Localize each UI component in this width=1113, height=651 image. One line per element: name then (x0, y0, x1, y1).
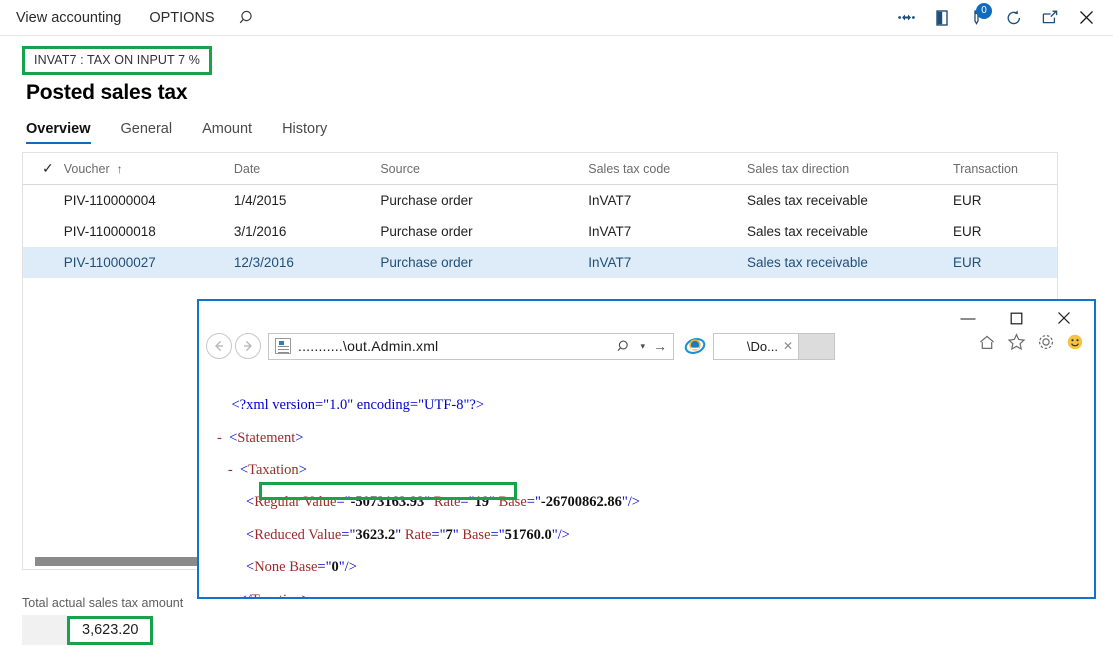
xml-document-view: <?xml version="1.0" encoding="UTF-8"?> -… (199, 361, 1094, 597)
cell-source[interactable]: Purchase order (380, 255, 588, 270)
cell-transaction-currency[interactable]: EUR (953, 193, 1057, 208)
search-icon[interactable] (617, 339, 632, 354)
cell-sales-tax-direction[interactable]: Sales tax receivable (747, 255, 953, 270)
total-value-spacer (22, 615, 67, 645)
cell-transaction-currency[interactable]: EUR (953, 224, 1057, 239)
back-button[interactable] (206, 333, 232, 359)
xml-line-regular: <Regular Value="-5073163.93" Rate="19" B… (246, 494, 640, 511)
cell-date[interactable]: 3/1/2016 (234, 224, 380, 239)
popout-icon[interactable] (1033, 1, 1067, 35)
notification-count-badge: 0 (976, 2, 992, 19)
maximize-button[interactable] (992, 305, 1040, 331)
cell-date[interactable]: 1/4/2015 (234, 193, 380, 208)
xml-document-icon (275, 338, 291, 354)
xml-line-taxation-close: </Taxation> (217, 592, 1094, 597)
cell-sales-tax-code[interactable]: InVAT7 (588, 255, 747, 270)
close-button[interactable] (1040, 305, 1088, 331)
xml-line-statement-open: - <Statement> (217, 429, 304, 446)
close-icon[interactable]: ✕ (783, 339, 793, 353)
cell-voucher[interactable]: PIV-110000018 (64, 224, 234, 239)
internet-explorer-logo-icon (683, 336, 707, 356)
xml-source: <?xml version="1.0" encoding="UTF-8"?> -… (217, 381, 1094, 597)
refresh-icon[interactable] (997, 1, 1031, 35)
table-row[interactable]: PIV-110000027 12/3/2016 Purchase order I… (23, 247, 1057, 278)
address-bar-actions: ▾ → (617, 338, 667, 354)
tab-general[interactable]: General (121, 121, 173, 144)
cell-voucher[interactable]: PIV-110000027 (64, 255, 234, 270)
breadcrumb-label[interactable]: INVAT7 : TAX ON INPUT 7 % (22, 46, 212, 75)
browser-chrome: — ...........\out.Admin.xml ▾ → \Do... ✕ (199, 301, 1094, 361)
window-controls: — (944, 305, 1088, 331)
cell-voucher[interactable]: PIV-110000004 (64, 193, 234, 208)
breadcrumb: INVAT7 : TAX ON INPUT 7 % (0, 36, 1113, 75)
tab-overview[interactable]: Overview (26, 121, 91, 144)
xml-line-taxation-open: - <Taxation> (227, 461, 307, 478)
column-header-sales-tax-code[interactable]: Sales tax code (588, 162, 747, 176)
cell-sales-tax-code[interactable]: InVAT7 (588, 224, 747, 239)
xml-line-declaration: <?xml version="1.0" encoding="UTF-8"?> (231, 397, 485, 414)
cell-date[interactable]: 12/3/2016 (234, 255, 380, 270)
page-header: INVAT7 : TAX ON INPUT 7 % Posted sales t… (0, 36, 1113, 105)
cell-source[interactable]: Purchase order (380, 224, 588, 239)
cell-transaction-currency[interactable]: EUR (953, 255, 1057, 270)
view-accounting-menu[interactable]: View accounting (0, 0, 135, 36)
table-row[interactable]: PIV-110000004 1/4/2015 Purchase order In… (23, 185, 1057, 216)
top-command-bar-left: View accounting OPTIONS (0, 0, 267, 36)
total-actual-sales-tax-amount-value[interactable]: 3,623.20 (67, 615, 154, 645)
total-section: Total actual sales tax amount 3,623.20 (22, 596, 522, 645)
grid-body: PIV-110000004 1/4/2015 Purchase order In… (23, 185, 1057, 278)
options-menu[interactable]: OPTIONS (135, 0, 228, 36)
xml-line-none: <None Base="0"/> (246, 559, 357, 576)
column-header-voucher[interactable]: Voucher ↑ (64, 162, 234, 176)
search-icon[interactable] (229, 0, 267, 36)
column-header-source[interactable]: Source (380, 162, 588, 176)
address-bar[interactable]: ...........\out.Admin.xml ▾ → (268, 332, 674, 360)
sort-ascending-icon: ↑ (116, 161, 123, 176)
top-command-bar-right: 0 (889, 0, 1113, 36)
forward-button[interactable] (235, 333, 261, 359)
browser-command-icons (978, 333, 1084, 351)
column-header-date[interactable]: Date (234, 162, 380, 176)
xml-line-reduced: <Reduced Value="3623.2" Rate="7" Base="5… (246, 526, 570, 543)
cell-source[interactable]: Purchase order (380, 193, 588, 208)
diamond-settings-icon[interactable] (889, 1, 923, 35)
smiley-feedback-icon[interactable] (1066, 333, 1084, 351)
select-all-checkmark-icon[interactable]: ✓ (23, 160, 64, 177)
total-value-row: 3,623.20 (22, 615, 522, 645)
top-command-bar: View accounting OPTIONS 0 (0, 0, 1113, 36)
cell-sales-tax-code[interactable]: InVAT7 (588, 193, 747, 208)
close-icon[interactable] (1069, 1, 1103, 35)
favorites-star-icon[interactable] (1007, 333, 1026, 351)
application-window: View accounting OPTIONS 0 INVAT7: TAX O… (0, 0, 1113, 651)
tools-gear-icon[interactable] (1037, 333, 1055, 351)
tab-amount[interactable]: Amount (202, 121, 252, 144)
tab-history[interactable]: History (282, 121, 327, 144)
minimize-button[interactable]: — (944, 305, 992, 331)
go-arrow-icon[interactable]: → (653, 338, 667, 354)
page-title: Posted sales tax (26, 81, 188, 104)
office-app-icon[interactable] (925, 1, 959, 35)
cell-sales-tax-direction[interactable]: Sales tax receivable (747, 224, 953, 239)
table-row[interactable]: PIV-110000018 3/1/2016 Purchase order In… (23, 216, 1057, 247)
browser-tab[interactable]: \Do... ✕ (713, 332, 799, 360)
column-header-sales-tax-direction[interactable]: Sales tax direction (747, 162, 953, 176)
home-icon[interactable] (978, 334, 996, 351)
address-bar-value: ...........\out.Admin.xml (298, 338, 439, 354)
browser-toolbar: ...........\out.Admin.xml ▾ → \Do... ✕ (199, 331, 1094, 361)
grid-header-row: ✓ Voucher ↑ Date Source Sales tax code Sa… (23, 153, 1057, 185)
notifications-icon[interactable]: 0 (961, 1, 995, 35)
browser-tab-title: \Do... (746, 338, 778, 354)
new-tab-button[interactable] (799, 332, 835, 360)
chevron-down-icon[interactable]: ▾ (640, 341, 645, 352)
tab-bar: Overview General Amount History (0, 110, 1113, 144)
browser-window: — ...........\out.Admin.xml ▾ → \Do... ✕… (197, 299, 1096, 599)
column-header-transaction-currency[interactable]: Transaction (953, 162, 1057, 176)
column-header-voucher-label: Voucher (63, 161, 110, 176)
cell-sales-tax-direction[interactable]: Sales tax receivable (747, 193, 953, 208)
